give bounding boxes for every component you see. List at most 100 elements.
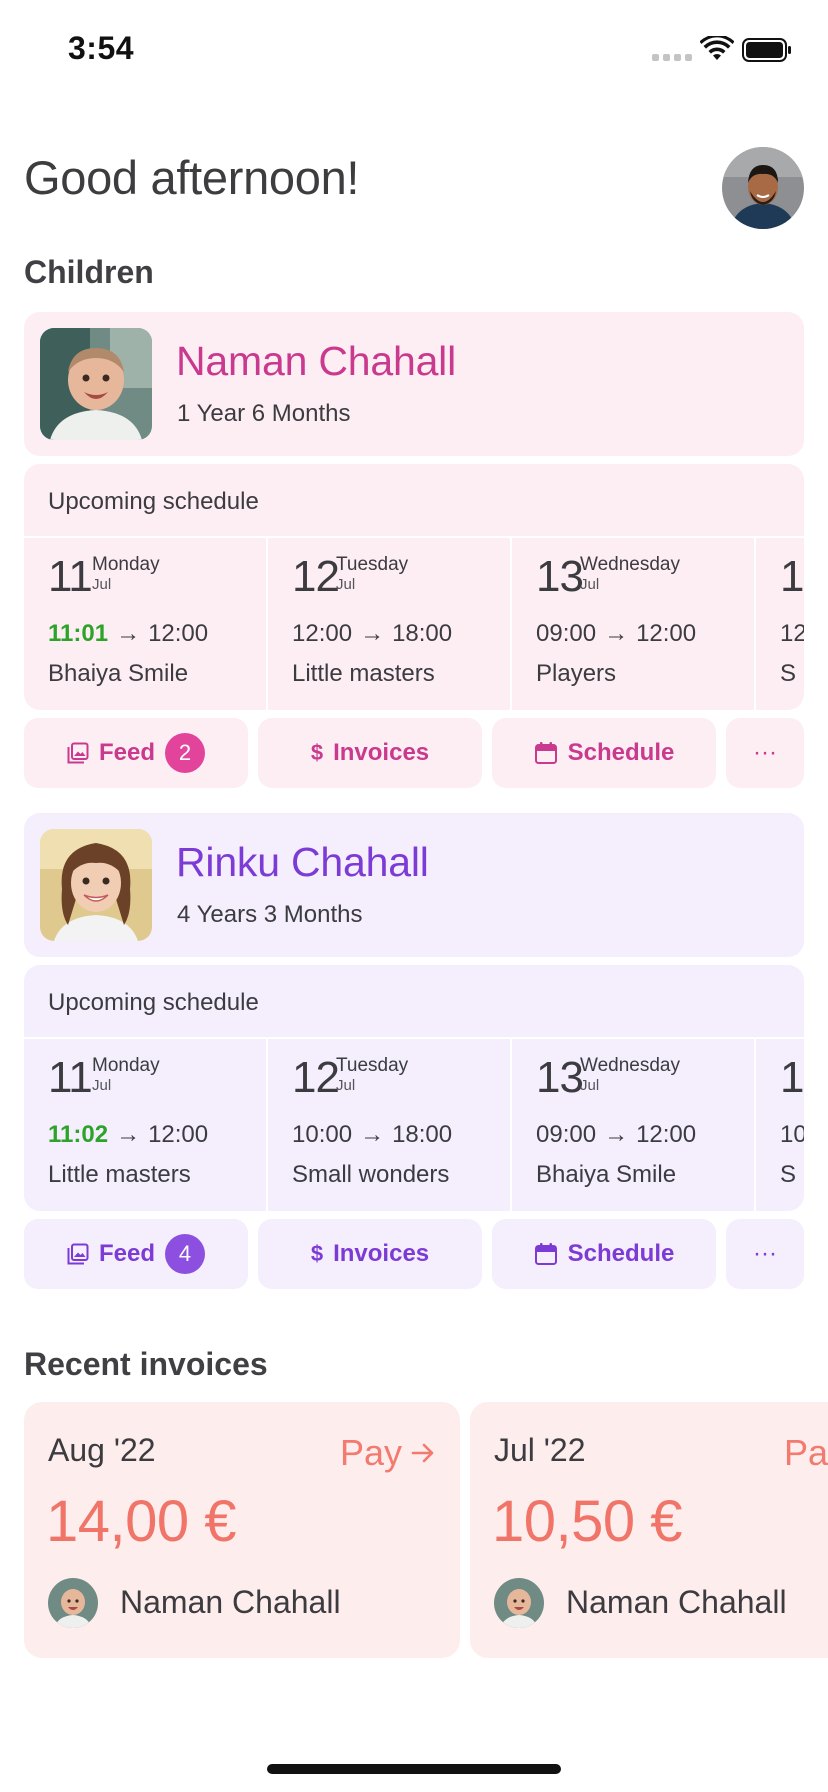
feed-label: Feed [98, 739, 155, 766]
day-time-range: 11:01 → 12:00 [48, 620, 208, 648]
day-number: 13 [536, 1053, 584, 1102]
day-number: 13 [536, 552, 584, 601]
arrow-right-icon: → [116, 1121, 141, 1148]
more-button[interactable]: ··· [726, 1219, 804, 1289]
dollar-icon: $ [310, 740, 324, 765]
upcoming-schedule-card: Upcoming schedule 11 Monday Jul 11:01 → 12… [24, 464, 804, 710]
battery-icon [742, 38, 791, 62]
day-number: 1 [780, 552, 804, 601]
invoices-button[interactable]: $ Invoices [258, 718, 482, 788]
feed-button[interactable]: Feed 2 [24, 718, 248, 788]
child-name: Naman Chahall [176, 338, 456, 384]
day-weekday: Wednesday [580, 1055, 680, 1076]
status-time: 3:54 [68, 30, 135, 66]
profile-avatar[interactable] [722, 147, 804, 229]
schedule-day[interactable]: 11 Monday Jul 11:02 → 12:00 Little masters [24, 1039, 268, 1211]
schedule-day[interactable]: 1 10 S [756, 1039, 804, 1211]
day-time-range: 09:00 → 12:00 [536, 1121, 696, 1149]
child-actions-row: Feed 4 $ Invoices Schedule ··· [24, 1219, 804, 1289]
gallery-icon [67, 742, 89, 764]
start-time: 09:00 [536, 1121, 597, 1148]
arrow-right-icon: → [360, 1121, 385, 1148]
start-time: 10:00 [292, 1121, 353, 1148]
day-number: 11 [48, 552, 93, 601]
schedule-heading: Upcoming schedule [48, 488, 259, 515]
invoice-card[interactable]: Aug '22 Pay 14,00 € Naman Chahall [24, 1402, 460, 1658]
invoice-month: Aug '22 [48, 1432, 156, 1468]
day-month: Jul [92, 1077, 112, 1094]
end-time: 12:00 [636, 1121, 697, 1148]
upcoming-schedule-card: Upcoming schedule 11 Monday Jul 11:02 → 12… [24, 965, 804, 1211]
day-place: Little masters [292, 660, 435, 687]
schedule-day[interactable]: 11 Monday Jul 11:01 → 12:00 Bhaiya Smile [24, 538, 268, 710]
day-number: 11 [48, 1053, 93, 1102]
schedule-day[interactable]: 13 Wednesday Jul 09:00 → 12:00 Bhaiya Smil… [512, 1039, 756, 1211]
schedule-day[interactable]: 12 Tuesday Jul 12:00 → 18:00 Little master… [268, 538, 512, 710]
arrow-right-icon: → [360, 620, 385, 647]
day-weekday: Wednesday [580, 554, 680, 575]
children-section-title: Children [24, 254, 154, 290]
more-icon: ··· [753, 1240, 777, 1267]
more-icon: ··· [753, 739, 777, 766]
schedule-day[interactable]: 12 Tuesday Jul 10:00 → 18:00 Small wonders [268, 1039, 512, 1211]
day-time-range: 09:00 → 12:00 [536, 620, 696, 648]
invoices-button[interactable]: $ Invoices [258, 1219, 482, 1289]
day-weekday: Monday [92, 1055, 160, 1076]
pay-label: Pay [340, 1432, 403, 1473]
day-month: Jul [336, 1077, 356, 1094]
end-time: 18:00 [392, 620, 453, 647]
wifi-icon [700, 36, 734, 60]
more-button[interactable]: ··· [726, 718, 804, 788]
end-time: 12:00 [148, 1121, 209, 1148]
invoice-amount: 10,50 € [492, 1489, 683, 1554]
day-place: Bhaiya Smile [48, 660, 189, 687]
day-time-range: 11:02 → 12:00 [48, 1121, 208, 1149]
start-time: 12:00 [292, 620, 353, 647]
invoices-label: Invoices [333, 739, 430, 766]
arrow-right-icon: → [604, 620, 629, 647]
greeting-title: Good afternoon! [24, 151, 360, 204]
child-actions-row: Feed 2 $ Invoices Schedule ··· [24, 718, 804, 788]
day-weekday: Monday [92, 554, 160, 575]
home-indicator[interactable] [267, 1764, 561, 1774]
cellular-signal-icon [652, 54, 692, 61]
feed-button[interactable]: Feed 4 [24, 1219, 248, 1289]
arrow-right-icon [411, 1443, 434, 1463]
invoice-card[interactable]: Jul '22 Pay 10,50 € Naman Chahall [470, 1402, 828, 1658]
start-time: 11:01 [48, 620, 109, 647]
feed-label: Feed [98, 1240, 155, 1267]
schedule-label: Schedule [567, 739, 675, 766]
day-place: Little masters [48, 1161, 191, 1188]
schedule-day[interactable]: 1 12 S [756, 538, 804, 710]
invoices-section-title: Recent invoices [24, 1346, 268, 1382]
feed-count-badge: 2 [165, 733, 205, 773]
day-number: 12 [292, 1053, 340, 1102]
pay-button[interactable]: Pay [784, 1432, 828, 1474]
schedule-day[interactable]: 13 Wednesday Jul 09:00 → 12:00 Players [512, 538, 756, 710]
day-time-range: 10:00 → 18:00 [292, 1121, 452, 1149]
start-time: 11:02 [48, 1121, 109, 1148]
day-place: Players [536, 660, 617, 687]
schedule-button[interactable]: Schedule [492, 718, 716, 788]
child-avatar [494, 1578, 544, 1628]
pay-button[interactable]: Pay [340, 1432, 436, 1474]
child-card-rinku[interactable]: Rinku Chahall 4 Years 3 Months [24, 813, 804, 957]
day-month: Jul [580, 1077, 600, 1094]
day-weekday: Tuesday [336, 554, 409, 575]
child-card-naman[interactable]: Naman Chahall 1 Year 6 Months [24, 312, 804, 456]
invoice-child-name: Naman Chahall [566, 1584, 787, 1620]
feed-count-badge: 4 [165, 1234, 205, 1274]
calendar-icon [534, 742, 557, 764]
end-time: 12:00 [636, 620, 697, 647]
day-weekday: Tuesday [336, 1055, 409, 1076]
schedule-button[interactable]: Schedule [492, 1219, 716, 1289]
child-name: Rinku Chahall [176, 839, 429, 885]
day-number: 12 [292, 552, 340, 601]
arrow-right-icon: → [116, 620, 141, 647]
schedule-label: Schedule [567, 1240, 675, 1267]
day-place: Small wonders [292, 1161, 450, 1188]
day-number: 1 [780, 1053, 804, 1102]
end-time: 12:00 [148, 620, 209, 647]
start-time: 09:00 [536, 620, 597, 647]
day-place: S [780, 660, 797, 687]
